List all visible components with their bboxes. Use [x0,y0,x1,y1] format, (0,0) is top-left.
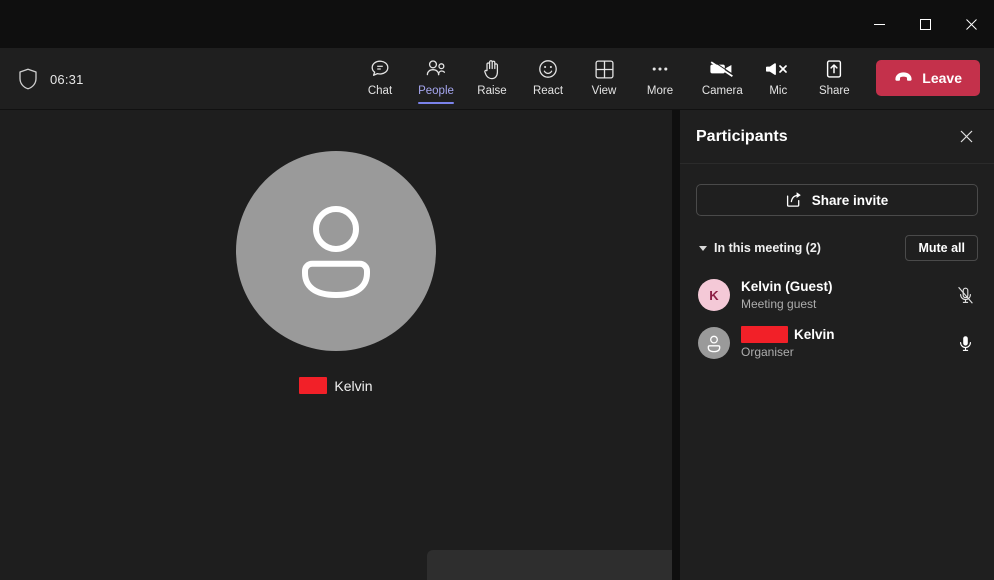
person-silhouette-icon [302,206,370,298]
person-silhouette-icon [707,335,721,353]
raise-hand-icon [482,56,502,82]
participant-name-text: Kelvin [794,327,835,342]
close-icon [960,130,972,143]
share-invite-label: Share invite [811,192,889,208]
avatar: K [698,279,730,311]
meeting-toolbar: 06:31 Chat People Raise React View More … [0,48,994,110]
camera-toggle-label: Camera [701,85,743,97]
toolbar-actions: Chat People Raise React View More [352,48,688,110]
toolbar-item-more-label: More [646,85,674,97]
main-participant-name-text: Kelvin [334,377,373,394]
hangup-phone-icon [894,70,913,86]
main-participant-tile[interactable]: Kelvin [0,110,672,580]
participants-list: K Kelvin (Guest) Meeting guest Kelvin Or… [696,271,978,367]
camera-off-icon [709,56,735,82]
self-preview-tile[interactable]: MG [427,550,672,580]
toolbar-item-more[interactable]: More [632,48,688,110]
toolbar-item-react[interactable]: React [520,48,576,110]
mic-toggle-label: Mic [769,85,788,97]
minimize-button[interactable] [856,0,902,48]
avatar-initial: K [709,287,719,303]
meeting-timer: 06:31 [50,71,84,87]
redaction-box [741,326,788,343]
participant-mic-button[interactable] [954,286,976,305]
people-icon [424,56,448,82]
participants-panel: Participants Share invite In this meetin… [680,110,994,580]
mic-on-icon [959,335,971,351]
teams-meeting-window: 06:31 Chat People Raise React View More … [0,0,994,580]
video-stage: Kelvin MG [0,110,672,580]
grid-view-icon [594,56,615,82]
chat-icon [369,56,391,82]
toolbar-item-people[interactable]: People [408,48,464,110]
participant-row[interactable]: Kelvin Organiser [696,319,978,367]
camera-toggle-button[interactable]: Camera [694,48,750,110]
participant-name: Kelvin [741,326,943,343]
toolbar-item-people-label: People [418,85,454,97]
toolbar-item-raise-label: Raise [477,85,507,97]
participants-panel-header: Participants [680,110,994,164]
more-ellipsis-icon [649,56,671,82]
toolbar-item-chat-label: Chat [367,85,393,97]
mute-all-button[interactable]: Mute all [905,235,978,261]
participant-name: Kelvin (Guest) [741,279,833,294]
participant-role: Meeting guest [741,297,817,311]
chevron-down-icon[interactable] [696,245,710,251]
close-button[interactable] [948,0,994,48]
avatar [698,327,730,359]
title-bar [0,0,994,48]
share-screen-icon [823,56,845,82]
mic-off-icon [957,286,973,304]
toolbar-item-view-label: View [591,85,617,97]
toolbar-item-react-label: React [532,85,564,97]
main-avatar [236,151,436,351]
shield-icon [19,68,37,90]
in-this-meeting-label: In this meeting (2) [714,241,821,255]
participants-panel-body: Share invite In this meeting (2) Mute al… [680,164,994,367]
panel-close-button[interactable] [952,123,980,151]
share-screen-label: Share [818,85,850,97]
in-this-meeting-section: In this meeting (2) Mute all [696,235,978,261]
participant-row[interactable]: K Kelvin (Guest) Meeting guest [696,271,978,319]
participant-meta: Kelvin Organiser [741,326,943,360]
maximize-button[interactable] [902,0,948,48]
toolbar-left-group: 06:31 [18,48,84,110]
share-invite-button[interactable]: Share invite [696,184,978,216]
leave-button-label: Leave [922,70,962,86]
participant-role: Organiser [741,345,794,359]
main-participant-name: Kelvin [299,377,373,394]
participant-mic-button[interactable] [954,334,976,353]
mic-toggle-button[interactable]: Mic [750,48,806,110]
smiley-react-icon [537,56,559,82]
share-invite-icon [786,191,803,210]
mute-all-label: Mute all [918,241,965,255]
share-screen-button[interactable]: Share [806,48,862,110]
leave-button[interactable]: Leave [876,60,980,96]
toolbar-item-view[interactable]: View [576,48,632,110]
toolbar-media-group: Camera Mic Share Leave [694,48,980,110]
participant-meta: Kelvin (Guest) Meeting guest [741,278,943,312]
toolbar-item-chat[interactable]: Chat [352,48,408,110]
redaction-box [299,377,328,394]
toolbar-item-raise[interactable]: Raise [464,48,520,110]
mic-off-icon [765,56,791,82]
panel-title: Participants [696,127,788,145]
